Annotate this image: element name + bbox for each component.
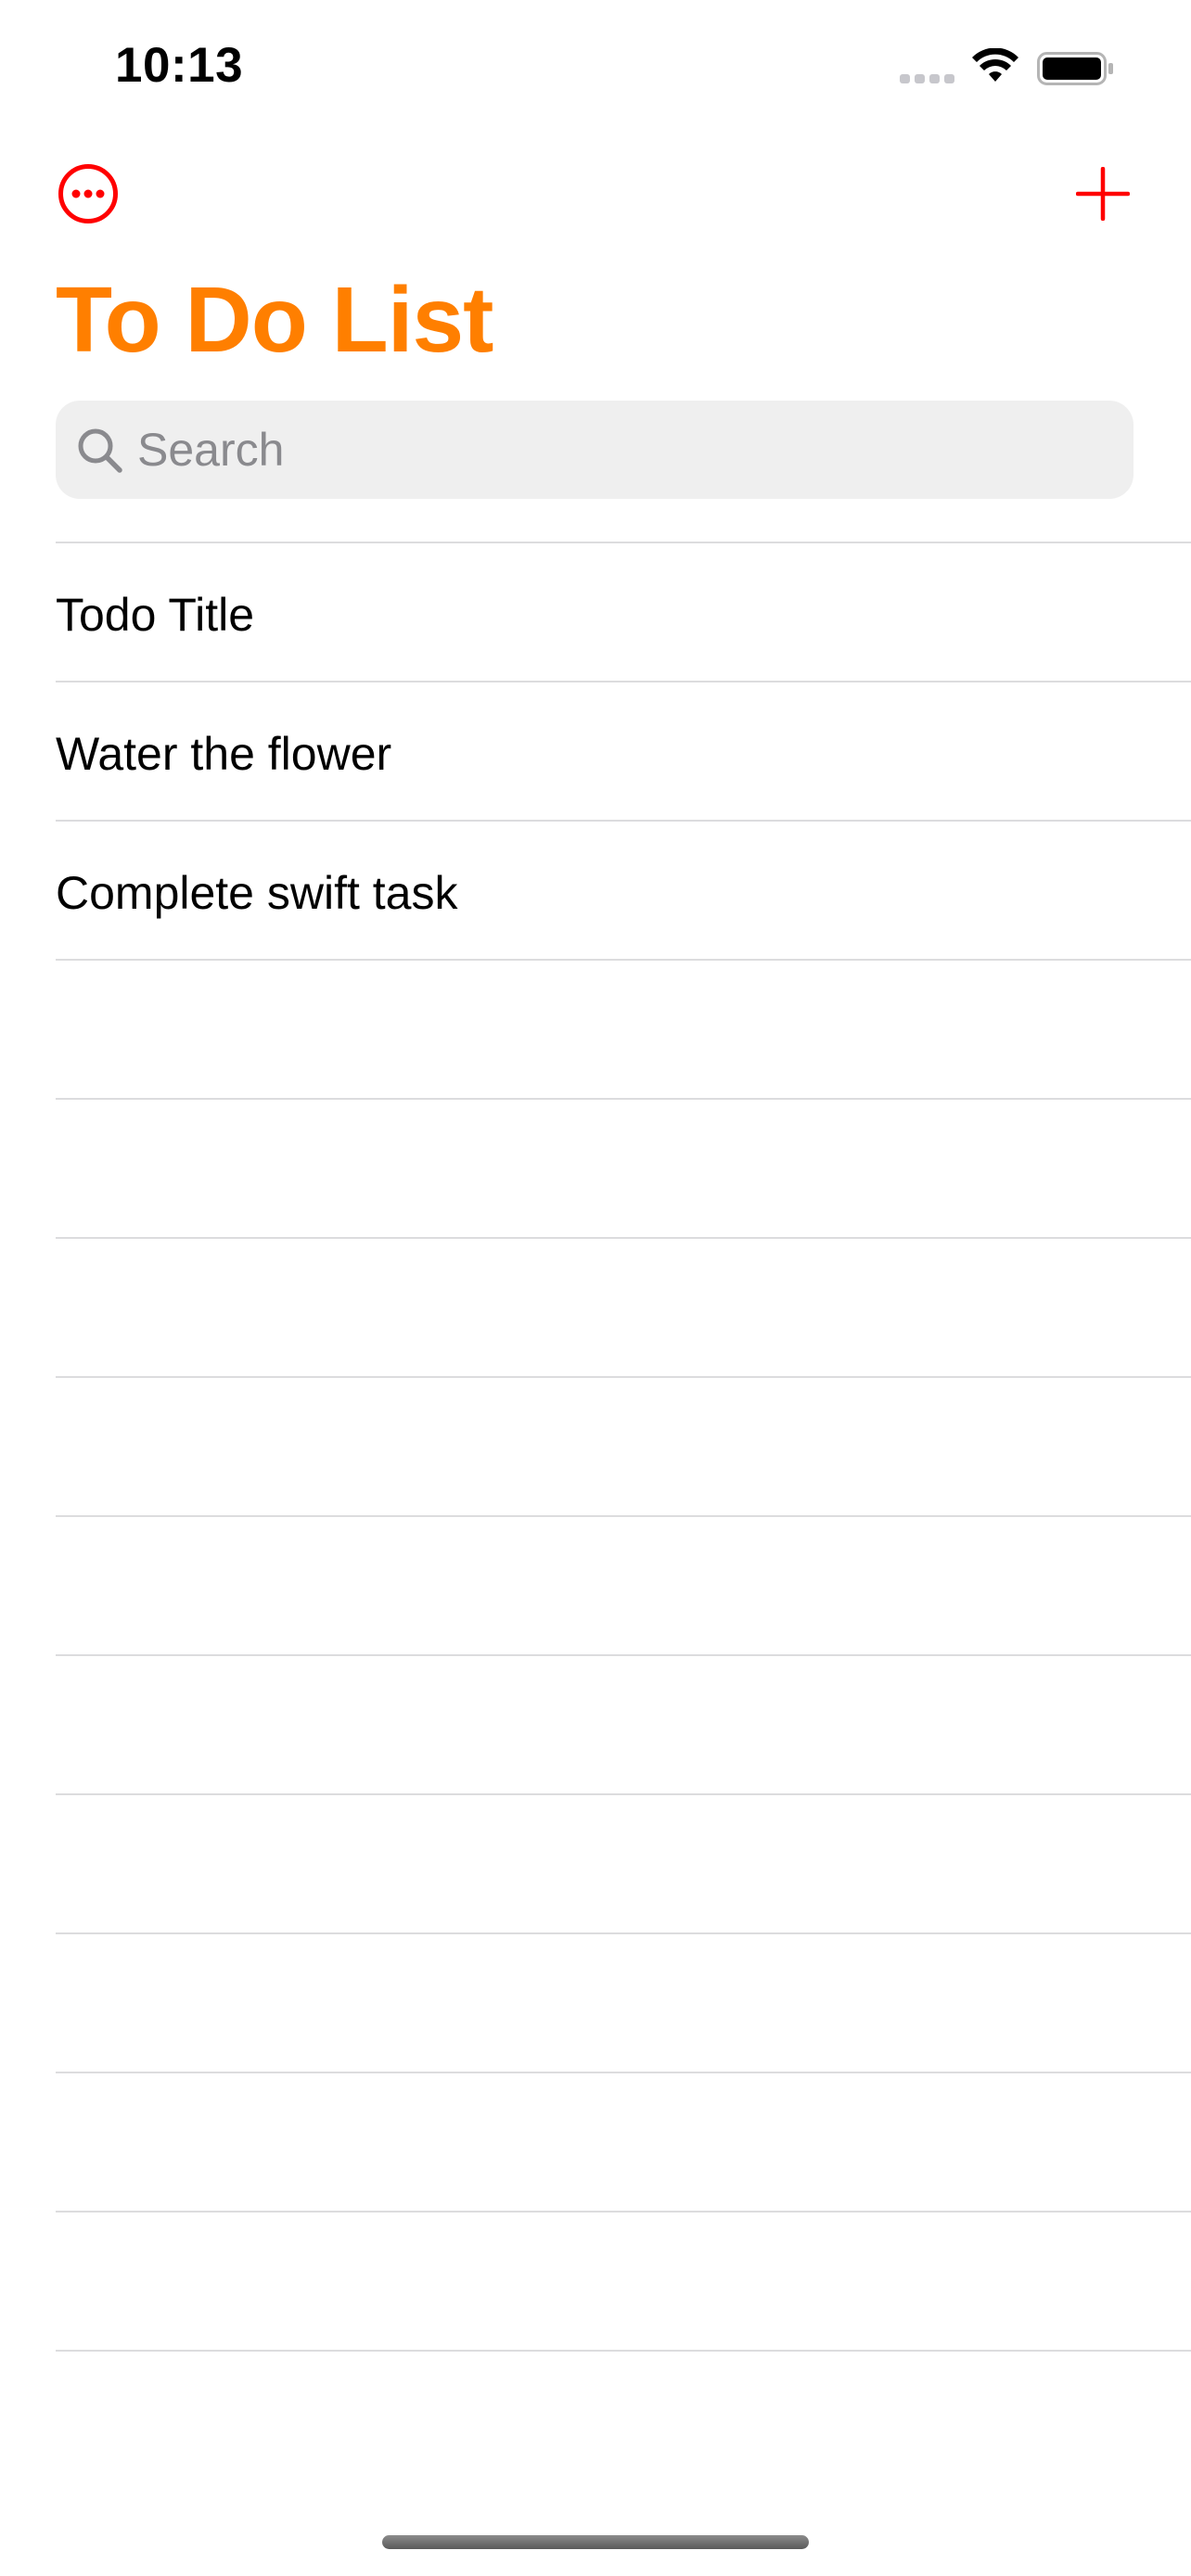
add-todo-button[interactable] (1075, 166, 1131, 222)
plus-icon (1075, 166, 1131, 222)
todo-list-screen: 10:13 To Do List Search Todo Title Water… (0, 0, 1191, 2576)
empty-row (56, 1237, 1191, 1376)
empty-row (56, 1098, 1191, 1237)
empty-row (56, 1515, 1191, 1654)
home-indicator[interactable] (382, 2535, 809, 2549)
todo-title: Complete swift task (56, 867, 458, 919)
empty-row (56, 959, 1191, 1098)
ellipsis-circle-icon (58, 164, 118, 223)
cellular-signal-icon (900, 72, 955, 83)
empty-row (56, 1654, 1191, 1793)
list-separator (56, 2350, 1191, 2352)
status-bar: 10:13 (0, 0, 1191, 139)
todo-list: Todo Title Water the flower Complete swi… (56, 542, 1191, 2350)
page-title: To Do List (56, 268, 493, 372)
todo-row[interactable]: Todo Title (56, 542, 1191, 681)
status-time: 10:13 (115, 38, 244, 93)
search-input[interactable] (137, 401, 1102, 499)
search-field[interactable] (56, 401, 1133, 499)
wifi-icon (972, 48, 1018, 82)
search-icon (78, 428, 122, 473)
battery-icon (1037, 52, 1113, 85)
todo-title: Todo Title (56, 589, 255, 641)
empty-row (56, 1793, 1191, 1932)
todo-row[interactable]: Complete swift task (56, 820, 1191, 959)
empty-row (56, 2211, 1191, 2350)
todo-row[interactable]: Water the flower (56, 681, 1191, 820)
empty-row (56, 1932, 1191, 2072)
more-options-button[interactable] (58, 163, 119, 224)
todo-title: Water the flower (56, 728, 392, 780)
empty-row (56, 1376, 1191, 1515)
empty-row (56, 2072, 1191, 2211)
